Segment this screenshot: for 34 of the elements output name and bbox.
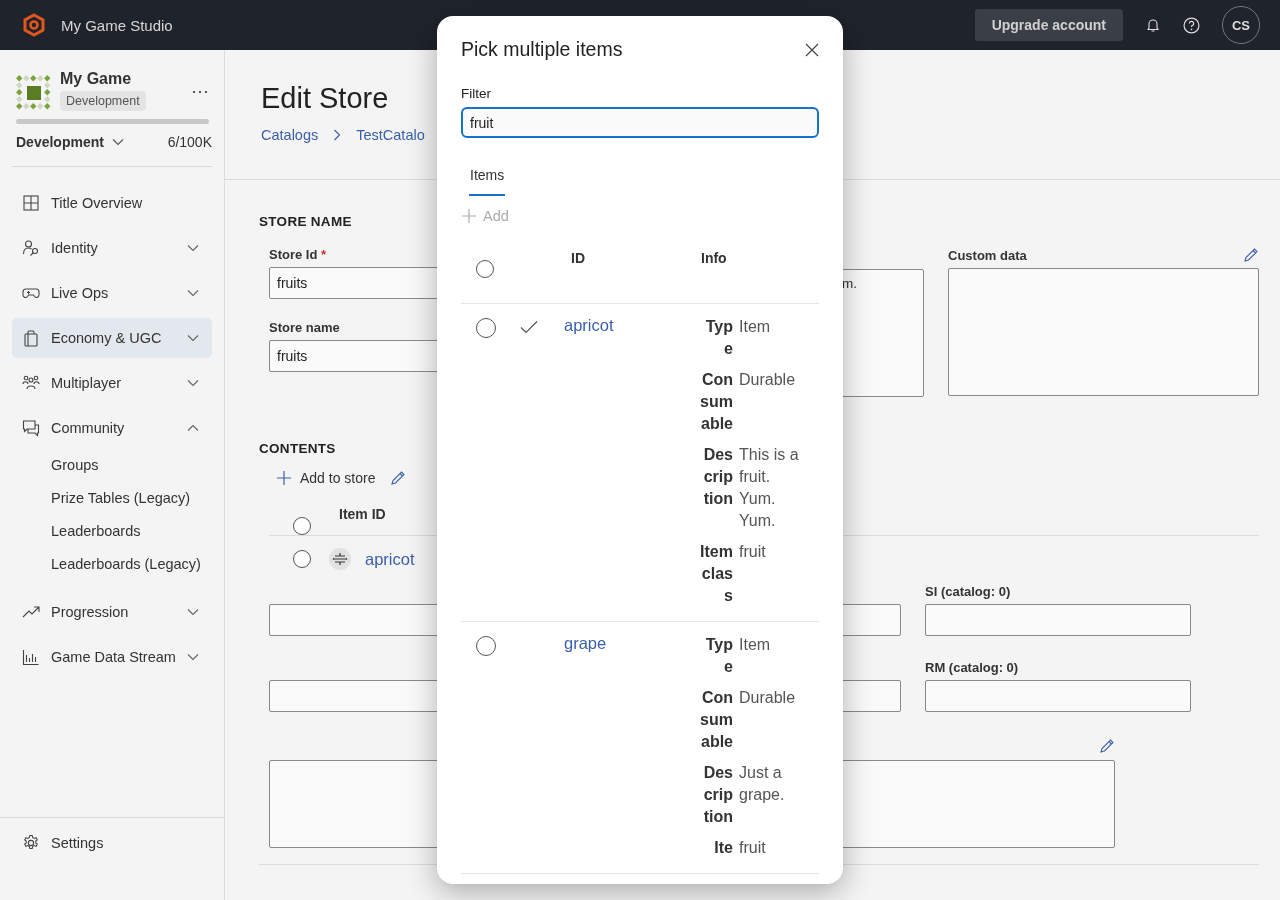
environment-badge: Development [60, 91, 146, 111]
info-value: Durable [739, 370, 797, 390]
info-label: Consumable [699, 370, 733, 434]
info-value: fruit [739, 542, 767, 562]
app-name: My Game Studio [61, 16, 173, 34]
info-value: Item [739, 317, 772, 337]
filter-label: Filter [461, 86, 492, 101]
field-label: Store name [269, 320, 340, 335]
info-value: Durable [739, 688, 797, 708]
info-value: Item [739, 635, 772, 655]
page-title: Edit Store [261, 82, 389, 115]
info-label: Description [702, 445, 733, 509]
section-heading: CONTENTS [259, 441, 336, 456]
info-label: Description [702, 763, 733, 827]
field-label: Store Id [269, 247, 318, 262]
info-label: Type [704, 317, 733, 359]
info-value: fruit [739, 838, 767, 858]
info-label: Item class [699, 542, 733, 606]
field-label: RM (catalog: 0) [925, 660, 1020, 675]
game-name: My Game [60, 70, 133, 88]
info-label: Consumable [699, 688, 733, 752]
field-label: Custom data [948, 248, 1027, 263]
required-mark: * [321, 247, 327, 262]
field-label: SI (catalog: 0) [925, 584, 1012, 599]
info-label: Ite [713, 838, 733, 858]
column-header: Info [700, 250, 728, 268]
column-header: Item ID [339, 506, 386, 522]
info-value: Just a grape. [739, 763, 786, 805]
info-value: This is a fruit. Yum. Yum. [739, 445, 800, 531]
info-label: Type [704, 635, 733, 677]
dialog-title: Pick multiple items [461, 38, 623, 61]
usage-count: 6/100K [167, 134, 212, 150]
column-header: ID [570, 250, 586, 268]
section-heading: STORE NAME [259, 214, 352, 229]
